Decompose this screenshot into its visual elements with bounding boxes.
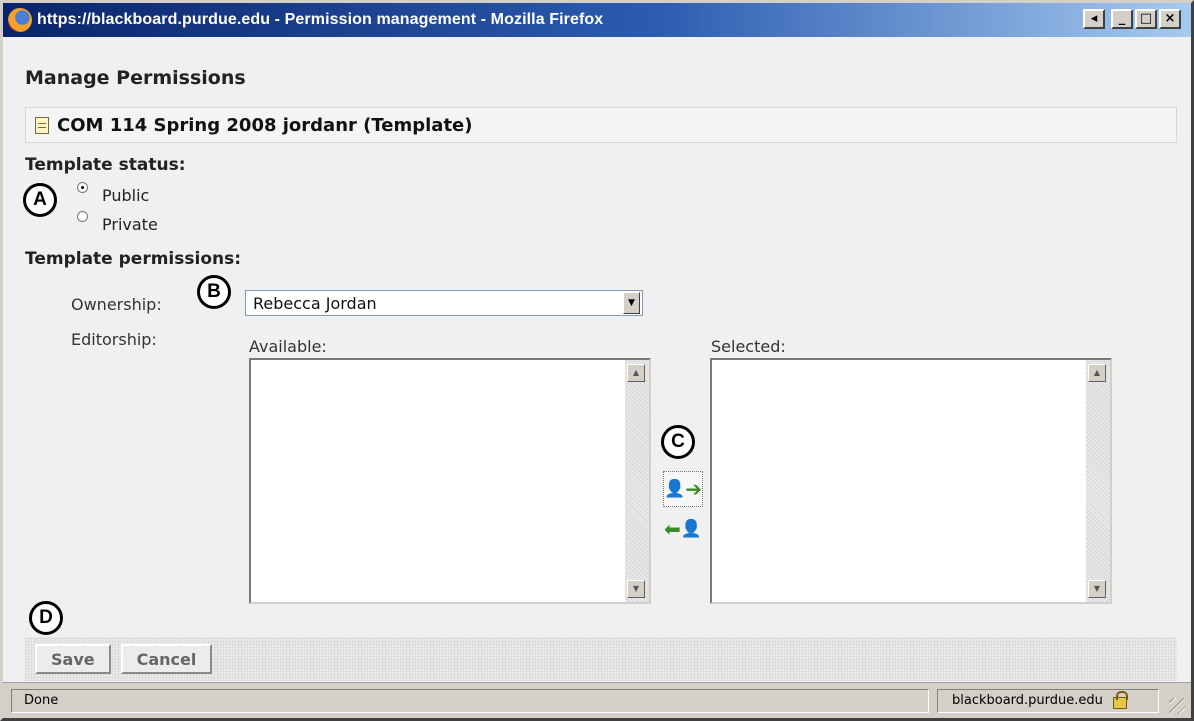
save-button[interactable]: Save — [35, 644, 111, 674]
ownership-select[interactable]: Rebecca Jordan ▼ — [245, 290, 643, 316]
browser-window: https://blackboard.purdue.edu - Permissi… — [0, 0, 1194, 721]
close-button[interactable]: × — [1159, 9, 1181, 29]
status-host-text: blackboard.purdue.edu — [952, 693, 1103, 708]
restore-icon[interactable]: ◂ — [1083, 9, 1105, 29]
arrow-right-icon: ➔ — [685, 477, 702, 501]
course-title: COM 114 Spring 2008 jordanr (Template) — [57, 114, 473, 136]
available-scrollbar[interactable]: ▲ ▼ — [625, 360, 649, 602]
radio-private-button[interactable] — [77, 211, 88, 222]
callout-a: A — [23, 183, 57, 217]
scroll-down-icon[interactable]: ▼ — [627, 580, 645, 598]
radio-private-label: Private — [102, 215, 158, 234]
document-icon — [35, 116, 49, 134]
radio-public-label: Public — [102, 186, 150, 205]
radio-public[interactable]: Public — [77, 180, 149, 205]
add-person-icon: 👤 — [664, 479, 686, 499]
scroll-up-icon[interactable]: ▲ — [627, 364, 645, 382]
add-to-selected-button[interactable]: 👤 ➔ — [663, 471, 703, 507]
editorship-label: Editorship: — [71, 330, 157, 349]
firefox-icon — [8, 8, 32, 32]
arrow-left-icon: ⬅ — [664, 517, 681, 541]
selected-listbox[interactable]: ▲ ▼ — [710, 358, 1112, 604]
available-listbox[interactable]: ▲ ▼ — [249, 358, 651, 604]
available-label: Available: — [249, 337, 327, 356]
minimize-button[interactable]: _ — [1111, 9, 1133, 29]
selected-scrollbar[interactable]: ▲ ▼ — [1086, 360, 1110, 602]
callout-d: D — [29, 601, 63, 635]
title-bar[interactable]: https://blackboard.purdue.edu - Permissi… — [3, 3, 1191, 37]
remove-from-selected-button[interactable]: ⬅ 👤 — [663, 511, 703, 547]
page-title: Manage Permissions — [25, 67, 246, 89]
radio-public-button[interactable] — [77, 182, 88, 193]
status-bar: Done blackboard.purdue.edu — [3, 682, 1191, 718]
button-bar: Save Cancel — [25, 637, 1177, 681]
callout-c: C — [661, 425, 695, 459]
remove-person-icon: 👤 — [680, 519, 702, 539]
window-title: https://blackboard.purdue.edu - Permissi… — [37, 11, 604, 28]
ownership-label: Ownership: — [71, 295, 162, 314]
callout-b: B — [197, 275, 231, 309]
resize-grip-icon[interactable] — [1169, 698, 1185, 714]
status-text: Done — [11, 689, 929, 713]
template-permissions-heading: Template permissions: — [25, 249, 242, 269]
radio-private[interactable]: Private — [77, 209, 158, 234]
course-header: COM 114 Spring 2008 jordanr (Template) — [25, 107, 1177, 143]
cancel-button[interactable]: Cancel — [120, 644, 213, 674]
selected-label: Selected: — [711, 337, 786, 356]
ownership-value: Rebecca Jordan — [253, 293, 377, 313]
window-controls: ◂ _ □ × — [1083, 9, 1181, 29]
maximize-button[interactable]: □ — [1135, 9, 1157, 29]
scroll-up-icon[interactable]: ▲ — [1088, 364, 1106, 382]
page-content: Manage Permissions COM 114 Spring 2008 j… — [3, 37, 1191, 682]
lock-icon[interactable] — [1112, 691, 1128, 709]
template-status-heading: Template status: — [25, 155, 186, 175]
chevron-down-icon[interactable]: ▼ — [623, 292, 640, 314]
status-host: blackboard.purdue.edu — [937, 689, 1159, 713]
scroll-down-icon[interactable]: ▼ — [1088, 580, 1106, 598]
